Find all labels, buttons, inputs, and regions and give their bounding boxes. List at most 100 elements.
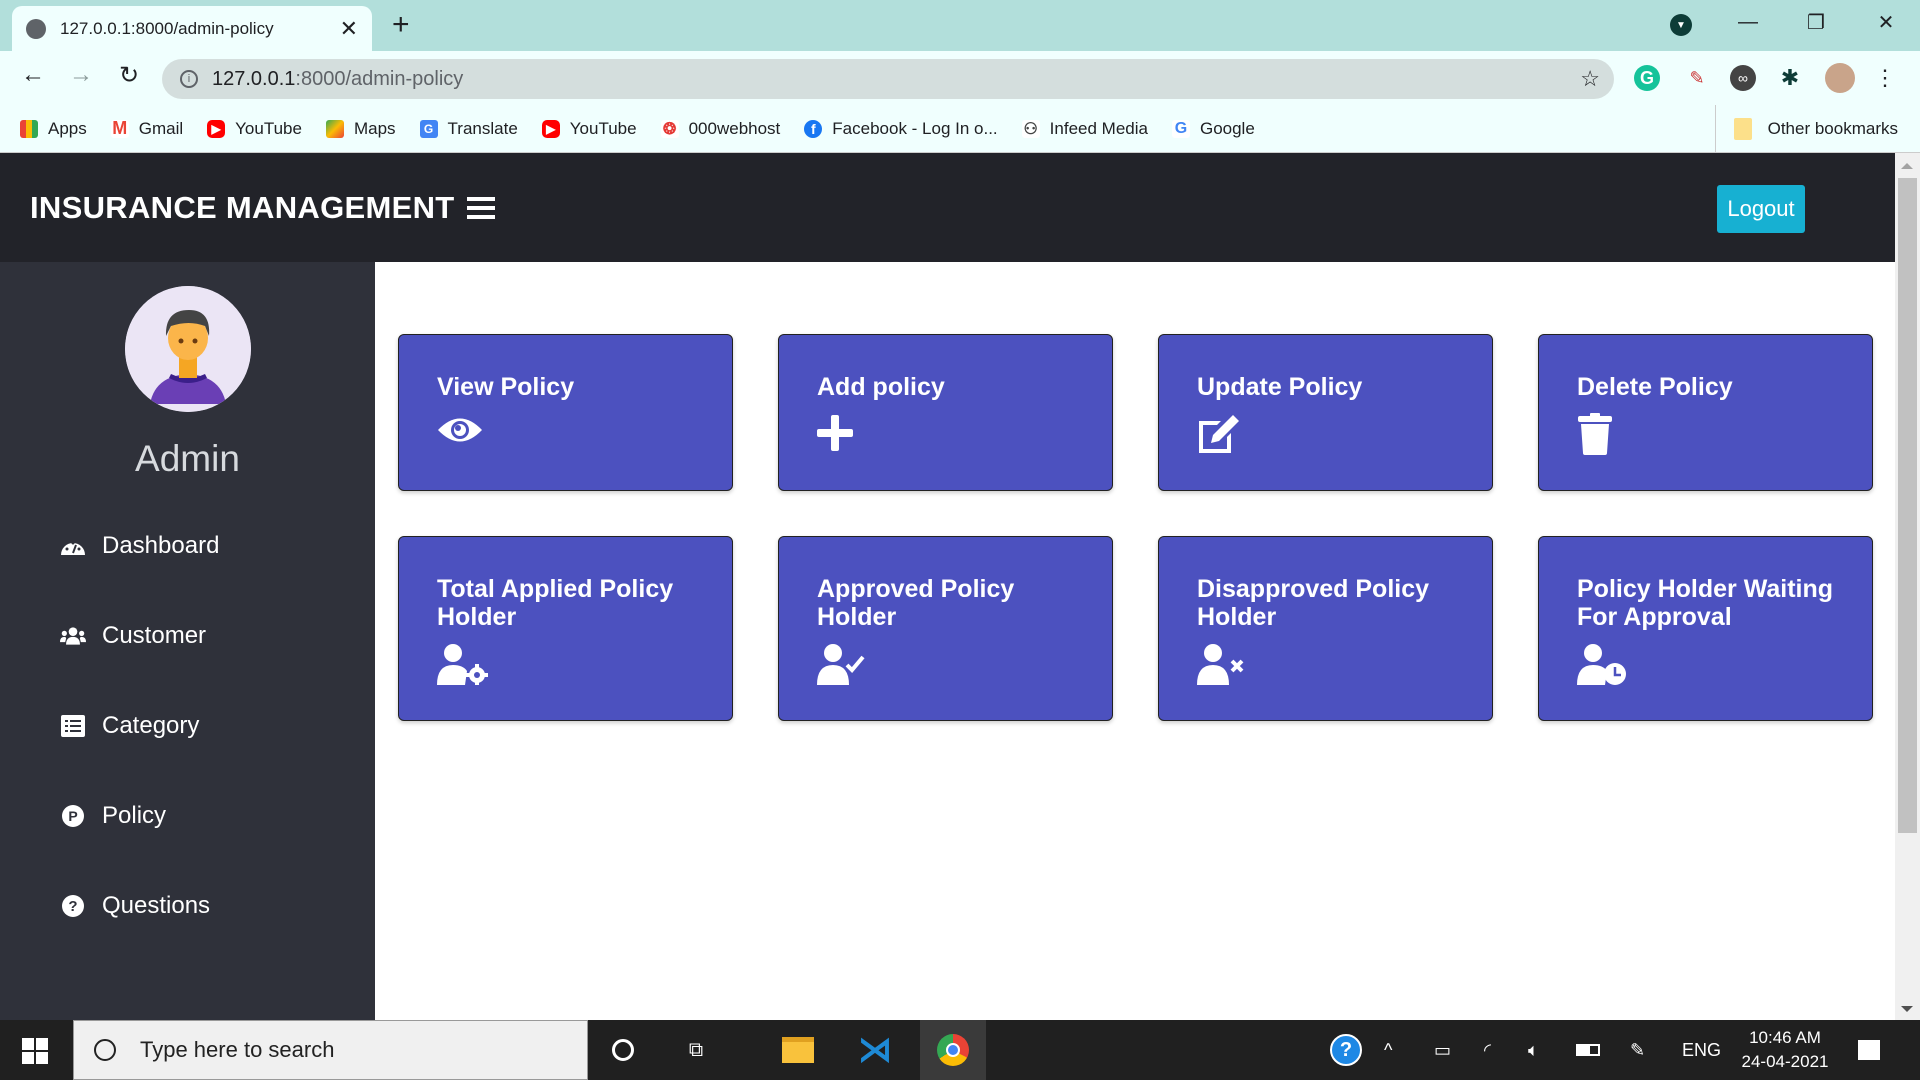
sidebar-item-customer[interactable]: Customer [60, 622, 206, 650]
scroll-down-arrow-icon[interactable] [1901, 1006, 1913, 1012]
youtube-icon: ▶ [207, 119, 226, 138]
plus-icon [817, 413, 867, 453]
disapproved-policy-holder-card[interactable]: Disapproved Policy Holder [1158, 536, 1493, 721]
url-path: :8000/admin-policy [295, 67, 464, 90]
profile-avatar[interactable] [1825, 63, 1855, 93]
back-button[interactable]: ← [16, 61, 50, 89]
trash-icon [1577, 413, 1627, 455]
vscode-icon[interactable]: ⋊ [845, 1020, 905, 1080]
user-clock-icon [1577, 643, 1627, 685]
browser-tab[interactable]: 127.0.0.1:8000/admin-policy ✕ [12, 6, 372, 51]
update-policy-card[interactable]: Update Policy [1158, 334, 1493, 491]
bookmark-label: Translate [447, 118, 518, 138]
sidebar-item-label: Category [102, 712, 200, 739]
volume-icon[interactable]: 🔈︎ [1528, 1020, 1539, 1080]
bookmark-label: Apps [48, 118, 87, 138]
facebook-icon: f [804, 119, 823, 138]
site-info-icon[interactable]: i [180, 70, 198, 88]
hamburger-menu-icon[interactable] [466, 197, 495, 219]
color-picker-extension-icon[interactable]: ✎ [1682, 63, 1712, 93]
battery-icon[interactable] [1576, 1020, 1600, 1080]
wifi-icon[interactable]: ◜ [1484, 1020, 1491, 1080]
sidebar: Admin Dashboard Customer Category P Poli… [0, 262, 375, 1020]
minimize-button[interactable]: — [1718, 0, 1778, 45]
people-icon: ⚇ [1021, 119, 1040, 138]
browser-toolbar: ← → ↻ i 127.0.0.1:8000/admin-policy ☆ G … [0, 51, 1920, 105]
address-bar[interactable]: i 127.0.0.1:8000/admin-policy ☆ [162, 59, 1614, 99]
card-title: Approved Policy Holder [817, 575, 1015, 631]
task-view-icon[interactable]: ⧉ [666, 1020, 726, 1080]
delete-policy-card[interactable]: Delete Policy [1538, 334, 1873, 491]
users-icon [60, 623, 86, 649]
search-icon [94, 1039, 116, 1061]
brand: INSURANCE MANAGEMENT [30, 190, 495, 226]
globe-icon [26, 18, 46, 39]
new-tab-button[interactable]: + [392, 8, 410, 42]
bookmark-label: YouTube [235, 118, 302, 138]
bookmark-translate[interactable]: G Translate [419, 118, 518, 139]
folder-icon [1733, 118, 1752, 140]
bookmark-apps[interactable]: Apps [20, 119, 87, 139]
bookmark-youtube[interactable]: ▶ YouTube [541, 119, 637, 139]
bookmark-star-icon[interactable]: ☆ [1580, 66, 1600, 92]
show-hidden-icons-chevron-icon[interactable]: ^ [1384, 1020, 1392, 1080]
language-indicator[interactable]: ENG [1682, 1020, 1721, 1080]
browser-menu-icon[interactable]: ⋮ [1870, 63, 1900, 93]
total-applied-policy-holder-card[interactable]: Total Applied Policy Holder [398, 536, 733, 721]
taskbar-search-box[interactable]: Type here to search [73, 1020, 588, 1080]
grammarly-extension-icon[interactable]: G [1632, 63, 1662, 93]
reload-button[interactable]: ↻ [112, 61, 146, 90]
scroll-up-arrow-icon[interactable] [1901, 163, 1913, 169]
webhost-icon: ❂ [660, 119, 679, 138]
scrollbar-thumb[interactable] [1898, 178, 1917, 833]
chrome-taskbar-icon[interactable] [920, 1020, 986, 1080]
windows-start-icon[interactable] [22, 1038, 48, 1064]
close-tab-icon[interactable]: ✕ [340, 16, 358, 42]
policy-holder-waiting-card[interactable]: Policy Holder Waiting For Approval [1538, 536, 1873, 721]
sidebar-item-policy[interactable]: P Policy [60, 802, 166, 830]
bookmark-label: Infeed Media [1049, 118, 1148, 138]
sidebar-item-questions[interactable]: ? Questions [60, 892, 210, 920]
add-policy-card[interactable]: Add policy [778, 334, 1113, 491]
policy-p-icon: P [60, 803, 86, 829]
app-header: INSURANCE MANAGEMENT Logout [0, 153, 1895, 262]
system-clock[interactable]: 10:46 AM 24-04-2021 [1730, 1026, 1840, 1074]
user-times-icon [1197, 643, 1247, 685]
admin-avatar [125, 286, 251, 412]
bookmark-000webhost[interactable]: ❂ 000webhost [660, 119, 780, 139]
approved-policy-holder-card[interactable]: Approved Policy Holder [778, 536, 1113, 721]
logout-button[interactable]: Logout [1717, 185, 1805, 233]
sidebar-item-category[interactable]: Category [60, 712, 199, 740]
sidebar-item-dashboard[interactable]: Dashboard [60, 532, 219, 560]
help-icon[interactable]: ? [1330, 1020, 1362, 1080]
tab-search-icon[interactable]: ▼ [1670, 14, 1692, 36]
bookmark-youtube[interactable]: ▶ YouTube [207, 119, 302, 139]
bookmark-gmail[interactable]: M Gmail [110, 118, 184, 139]
restore-button[interactable]: ❐ [1786, 0, 1846, 45]
page-scrollbar[interactable] [1895, 153, 1920, 1020]
eye-icon [437, 413, 487, 453]
apps-grid-icon [20, 119, 38, 138]
file-explorer-icon[interactable] [768, 1020, 828, 1080]
notifications-icon[interactable] [1858, 1020, 1880, 1080]
bookmark-label: Gmail [138, 118, 184, 138]
browser-tab-bar: 127.0.0.1:8000/admin-policy ✕ + ▼ — ❐ ✕ [0, 0, 1920, 51]
other-bookmarks[interactable]: Other bookmarks [1714, 105, 1898, 153]
dashboard-gauge-icon [60, 533, 86, 559]
view-policy-card[interactable]: View Policy [398, 334, 733, 491]
svg-text:P: P [68, 808, 77, 824]
extensions-puzzle-icon[interactable]: ✱ [1775, 63, 1805, 93]
sidebar-item-label: Dashboard [102, 532, 220, 559]
close-window-button[interactable]: ✕ [1856, 0, 1916, 45]
page-content: INSURANCE MANAGEMENT Logout Admin Dashbo… [0, 153, 1895, 1020]
cortana-icon[interactable] [593, 1020, 653, 1080]
bookmark-infeed-media[interactable]: ⚇ Infeed Media [1021, 118, 1148, 139]
extension-icon[interactable]: ∞ [1728, 63, 1758, 93]
bookmark-maps[interactable]: Maps [325, 119, 396, 139]
bookmark-google[interactable]: G Google [1171, 119, 1255, 139]
meet-now-icon[interactable]: ▭ [1434, 1020, 1451, 1080]
forward-button[interactable]: → [64, 61, 98, 89]
bookmark-facebook[interactable]: f Facebook - Log In o... [804, 119, 998, 139]
pen-workspace-icon[interactable]: ✎ [1630, 1020, 1645, 1080]
svg-text:?: ? [68, 898, 77, 915]
